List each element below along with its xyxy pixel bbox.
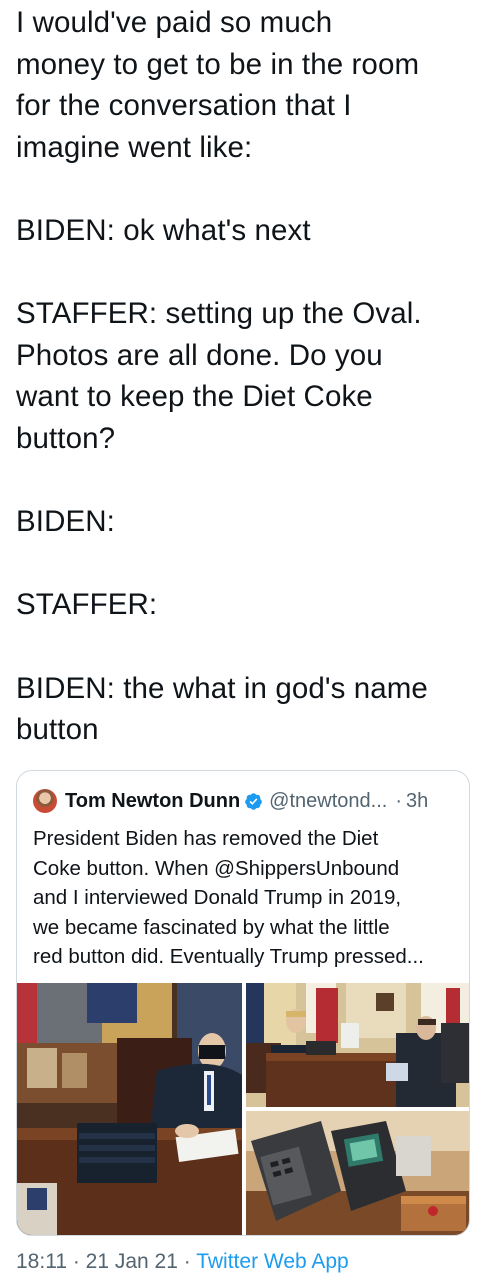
quoted-text-line: and I interviewed Donald Trump in 2019,: [33, 886, 402, 909]
quoted-tweet-header: Tom Newton Dunn @tnewtond... · 3h: [33, 787, 428, 815]
tweet-text-line: button?: [16, 421, 116, 455]
tweet-text-line: BIDEN:: [16, 505, 115, 539]
avatar[interactable]: [33, 789, 57, 813]
photo-biden-signing-icon: [17, 983, 242, 1235]
tweet-text-line: for the conversation that I: [16, 89, 352, 123]
quoted-text-line: red button did. Eventually Trump pressed…: [33, 945, 424, 968]
quoted-media-grid: [17, 983, 469, 1235]
quoted-tweet-text: President Biden has removed the Diet Cok…: [33, 824, 458, 972]
tweet-timestamp: 18:11 · 21 Jan 21 · Twitter Web App: [16, 1250, 349, 1274]
photo-oval-office-interview[interactable]: [246, 983, 469, 1107]
photo-desk-phones-icon: [246, 1111, 469, 1235]
quoted-text-line: President Biden has removed the Diet: [33, 827, 379, 850]
tweet-text-line: money to get to be in the room: [16, 47, 420, 81]
tweet-time[interactable]: 18:11: [16, 1250, 67, 1273]
tweet-text-line: want to keep the Diet Coke: [16, 380, 373, 414]
photo-biden-signing[interactable]: [17, 983, 242, 1235]
tweet-text: I would've paid so much money to get to …: [16, 2, 476, 751]
quoted-text-line: Coke button. When @ShippersUnbound: [33, 856, 400, 880]
tweet-date[interactable]: 21 Jan 21: [86, 1250, 178, 1273]
photo-desk-phones[interactable]: [246, 1111, 469, 1235]
quoted-author-name[interactable]: Tom Newton Dunn: [65, 790, 240, 813]
tweet-text-line: STAFFER: setting up the Oval.: [16, 297, 422, 331]
tweet-text-line: I would've paid so much: [16, 6, 333, 39]
tweet-text-line: BIDEN: the what in god's name: [16, 671, 428, 705]
tweet-text-line: STAFFER:: [16, 588, 158, 622]
quoted-tweet-card[interactable]: Tom Newton Dunn @tnewtond... · 3h Presid…: [16, 770, 470, 1236]
quoted-text-line: we became fascinated by what the little: [33, 915, 390, 939]
separator-dot: ·: [177, 1250, 197, 1273]
quoted-tweet-time[interactable]: 3h: [406, 790, 428, 813]
tweet-text-line: Photos are all done. Do you: [16, 338, 383, 372]
separator-dot: ·: [67, 1250, 86, 1273]
tweet-text-line: button: [16, 713, 99, 747]
tweet-text-line: BIDEN: ok what's next: [16, 213, 311, 247]
verified-badge-icon: [245, 792, 262, 810]
tweet-text-line: imagine went like:: [16, 130, 253, 164]
separator-dot: ·: [395, 789, 402, 812]
photo-oval-office-interview-icon: [246, 983, 469, 1107]
source-app-link[interactable]: Twitter Web App: [196, 1250, 349, 1273]
quoted-author-handle[interactable]: @tnewtond...: [269, 790, 387, 813]
